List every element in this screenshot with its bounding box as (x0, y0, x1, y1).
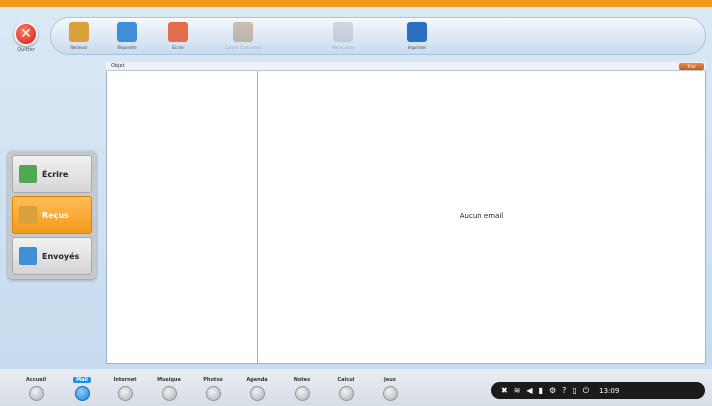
trash-icon[interactable]: ▯ (572, 386, 576, 395)
sort-button[interactable]: Trier (679, 63, 704, 70)
dock-music[interactable]: Musique (149, 377, 189, 401)
dock-internet[interactable]: Internet (105, 377, 145, 401)
dock-games[interactable]: Jeux (370, 377, 410, 401)
dock-notes[interactable]: Notes (282, 377, 322, 401)
dock-calculator[interactable]: Calcul (326, 377, 366, 401)
dock-home[interactable]: Accueil (16, 377, 56, 401)
sent-icon (19, 247, 37, 265)
attachment-button[interactable]: Pièce jointe (323, 20, 363, 54)
home-icon (28, 386, 44, 401)
inbox-tray-icon (69, 22, 89, 42)
printer-icon (407, 22, 427, 42)
message-list[interactable] (106, 62, 258, 364)
calendar-icon (249, 386, 265, 401)
system-tray: ✖ ≋ ◀ ▮ ⚙ ? ▯ ⏻ 13:09 (491, 382, 705, 399)
receive-button[interactable]: Recevoir (59, 20, 99, 54)
close-button-label: Quitter (17, 47, 35, 53)
music-icon (161, 386, 177, 401)
subject-column-header[interactable]: Objet (111, 63, 125, 69)
dock-calendar[interactable]: Agenda (237, 377, 277, 401)
settings-icon[interactable]: ⚙ (549, 386, 556, 395)
close-icon: ✕ (20, 26, 32, 42)
print-button[interactable]: Imprimer (397, 20, 437, 54)
reply-button[interactable]: Répondre (107, 20, 147, 54)
folder-compose[interactable]: Écrire (12, 155, 92, 193)
notes-icon (294, 386, 310, 401)
compose-icon (19, 165, 37, 183)
help-icon[interactable]: ? (562, 386, 566, 395)
address-book-icon (233, 22, 253, 42)
dock-mail[interactable]: Mail (62, 377, 102, 401)
folder-inbox[interactable]: Reçus (12, 196, 92, 234)
list-header: Objet Trier (106, 62, 706, 71)
globe-icon (117, 386, 133, 401)
folder-panel: Écrire Reçus Envoyés (8, 151, 96, 279)
dock-photos[interactable]: Photos (193, 377, 233, 401)
calculator-icon (338, 386, 354, 401)
inbox-icon (19, 206, 37, 224)
compose-button[interactable]: Écrire (158, 20, 198, 54)
power-icon[interactable]: ⏻ (583, 386, 589, 395)
empty-message: Aucun email (459, 212, 504, 220)
clock: 13:09 (599, 386, 620, 395)
wifi-icon[interactable]: ≋ (514, 386, 521, 395)
paperclip-icon (333, 22, 353, 42)
tools-icon[interactable]: ✖ (501, 386, 508, 395)
photo-icon (205, 386, 221, 401)
mail-toolbar: Recevoir Répondre Écrire Carnet d'adress… (50, 17, 706, 55)
volume-icon[interactable]: ◀ (526, 386, 532, 395)
reply-arrow-icon (117, 22, 137, 42)
close-button[interactable]: ✕ (14, 22, 38, 46)
battery-icon[interactable]: ▮ (539, 386, 543, 395)
top-accent-bar (0, 0, 712, 7)
mail-icon (74, 386, 90, 401)
address-book-button[interactable]: Carnet d'adresses (223, 20, 263, 54)
folder-sent[interactable]: Envoyés (12, 237, 92, 275)
games-icon (382, 386, 398, 401)
pen-paper-icon (168, 22, 188, 42)
